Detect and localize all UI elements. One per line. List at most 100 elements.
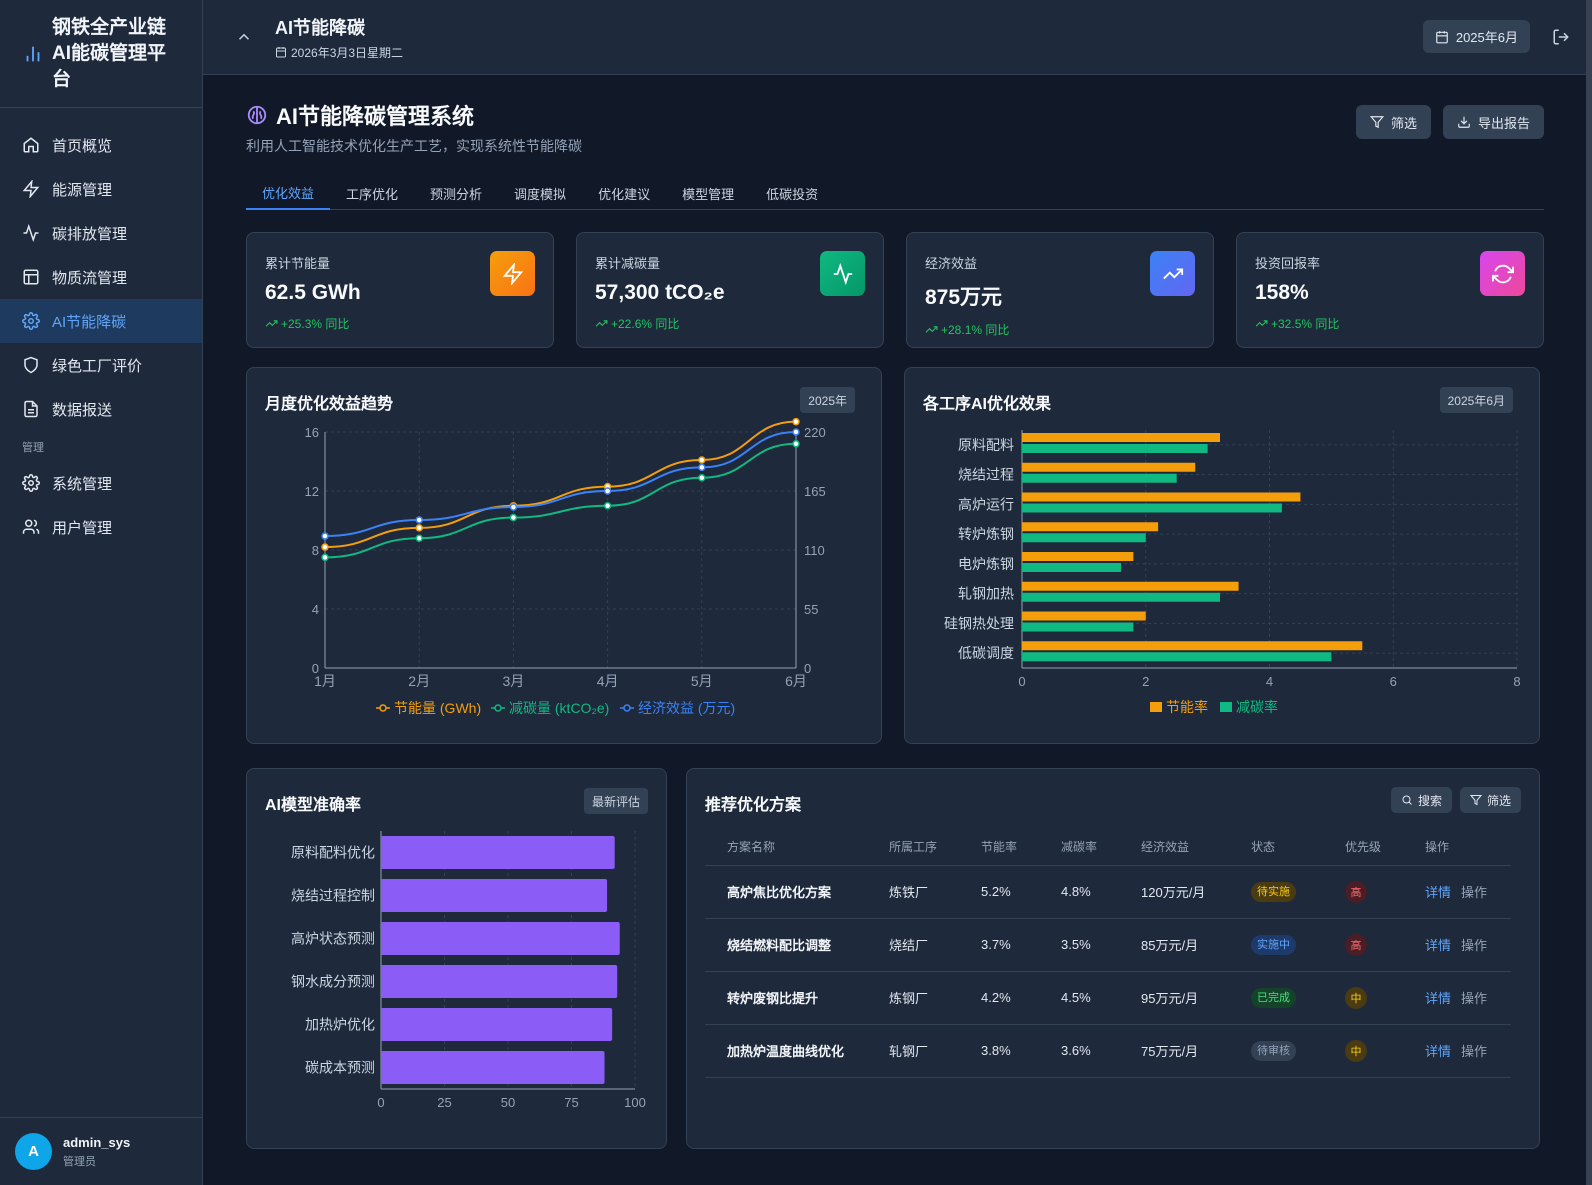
category-label: 高炉状态预测 [291, 931, 375, 947]
page-title: AI节能降碳管理系统 [246, 99, 582, 131]
filter-button-label: 筛选 [1390, 115, 1417, 131]
action-link[interactable]: 操作 [1461, 991, 1487, 1006]
sidebar-item-label: 系统管理 [52, 475, 113, 493]
bar [1022, 652, 1332, 662]
action-link[interactable]: 操作 [1461, 938, 1487, 953]
calendar-icon [276, 47, 286, 58]
plan-benefit: 95万元/月 [1119, 971, 1229, 1025]
legend-label: 减碳率 [1236, 699, 1278, 715]
category-label: 轧钢加热 [958, 586, 1014, 602]
sidebar-item-carbon[interactable]: 碳排放管理 [0, 211, 202, 255]
sidebar-item-users[interactable]: 用户管理 [0, 505, 202, 549]
category-label: 硅钢热处理 [944, 615, 1014, 631]
bar [1022, 444, 1208, 453]
topbar-date: 2026年3月3日星期二 [275, 44, 403, 61]
header-buttons: 筛选 导出报告 [1355, 105, 1544, 139]
chevron-up-icon[interactable] [235, 28, 253, 46]
sidebar-item-ai[interactable]: AI节能降碳 [0, 299, 202, 343]
tab-suggestions[interactable]: 优化建议 [582, 176, 666, 210]
bar [1022, 503, 1282, 513]
data-point [698, 456, 706, 464]
plan-status-cell: 实施中 [1229, 918, 1323, 972]
kpi-icon-box [490, 251, 535, 296]
sidebar-section-label: 管理 [22, 442, 44, 454]
tab-forecast[interactable]: 预测分析 [414, 176, 498, 210]
topbar-date-text: 2026年3月3日星期二 [291, 45, 404, 60]
bar [381, 836, 615, 869]
series-line [324, 431, 797, 538]
plan-energy-rate: 3.7% [959, 918, 1039, 972]
users-icon [22, 519, 40, 534]
plan-name: 加热炉温度曲线优化 [705, 1024, 867, 1078]
x-tick-label: 100 [624, 1095, 646, 1110]
kpi-change: +32.5% 同比 [1255, 315, 1525, 332]
logout-icon[interactable] [1552, 28, 1570, 46]
file-icon [24, 400, 38, 418]
plans-filter-button[interactable]: 筛选 [1459, 787, 1521, 813]
detail-link[interactable]: 详情 [1425, 885, 1451, 900]
detail-link[interactable]: 详情 [1425, 991, 1451, 1006]
table-row[interactable]: 烧结燃料配比调整 烧结厂 3.7% 3.5% 85万元/月 实施中 高 详情 操作 [705, 918, 1511, 972]
tab-scheduling[interactable]: 调度模拟 [498, 176, 582, 210]
data-point [698, 463, 706, 472]
table-row[interactable]: 转炉废钢比提升 炼钢厂 4.2% 4.5% 95万元/月 已完成 中 详情 操作 [705, 971, 1511, 1025]
sidebar-item-home[interactable]: 首页概览 [0, 123, 202, 167]
bar-chart-icon [26, 46, 40, 61]
plan-process: 轧钢厂 [867, 1024, 959, 1078]
y-tick-label-right: 165 [804, 484, 826, 499]
series-line [324, 442, 797, 559]
x-tick-label: 1月 [314, 673, 336, 689]
sidebar-item-material[interactable]: 物质流管理 [0, 255, 202, 299]
legend-marker-dot [494, 704, 502, 712]
tab-process[interactable]: 工序优化 [330, 176, 414, 210]
y-tick-label-left: 4 [312, 602, 319, 617]
table-row[interactable]: 加热炉温度曲线优化 轧钢厂 3.8% 3.6% 75万元/月 待审核 中 详情 操作 [705, 1024, 1511, 1078]
sidebar: 钢铁全产业链AI能碳管理平台 首页概览 能源管理 碳排放管理 物质流管理 AI节… [0, 0, 203, 1185]
bar [381, 879, 608, 912]
search-button[interactable]: 搜索 [1390, 787, 1452, 813]
sidebar-item-label: 能源管理 [52, 181, 113, 199]
legend-label: 减碳量 (ktCO₂e) [509, 700, 609, 716]
trending-up-icon [1255, 320, 1268, 327]
legend-marker-dot [379, 704, 387, 712]
tab-benefit[interactable]: 优化效益 [246, 176, 331, 210]
filter-button[interactable]: 筛选 [1355, 105, 1431, 139]
x-tick-label: 25 [437, 1095, 451, 1110]
plan-benefit: 85万元/月 [1119, 918, 1229, 972]
user-profile[interactable]: A admin_sys 管理员 [0, 1117, 202, 1185]
plan-priority-cell: 中 [1323, 1024, 1403, 1078]
shield-icon [24, 356, 38, 374]
search-icon [1402, 795, 1412, 805]
sidebar-item-green-factory[interactable]: 绿色工厂评价 [0, 343, 202, 387]
data-point [509, 513, 518, 522]
plan-name: 转炉废钢比提升 [705, 971, 867, 1025]
category-label: 转炉炼钢 [958, 526, 1014, 542]
brand[interactable]: 钢铁全产业链AI能碳管理平台 [0, 0, 202, 108]
kpi-icon-box [820, 251, 865, 296]
bar [1022, 563, 1121, 572]
export-report-button[interactable]: 导出报告 [1442, 105, 1544, 139]
bar [1022, 622, 1134, 632]
sidebar-item-energy[interactable]: 能源管理 [0, 167, 202, 211]
x-tick-label: 2 [1142, 674, 1149, 689]
plan-benefit: 75万元/月 [1119, 1024, 1229, 1078]
sidebar-item-label: 物质流管理 [52, 269, 128, 287]
plan-name: 高炉焦比优化方案 [705, 865, 867, 919]
detail-link[interactable]: 详情 [1425, 938, 1451, 953]
tab-investment[interactable]: 低碳投资 [750, 176, 834, 210]
plan-energy-rate: 3.8% [959, 1024, 1039, 1078]
table-row[interactable]: 高炉焦比优化方案 炼铁厂 5.2% 4.8% 120万元/月 待实施 高 详情 操作 [705, 865, 1511, 919]
x-tick-label: 75 [564, 1095, 578, 1110]
data-point [415, 534, 423, 542]
sidebar-item-label: 绿色工厂评价 [52, 357, 143, 375]
sidebar-item-report[interactable]: 数据报送 [0, 387, 202, 431]
search-button-label: 搜索 [1417, 793, 1442, 808]
priority-badge: 高 [1345, 880, 1367, 903]
scrollbar[interactable] [1586, 0, 1592, 1185]
action-link[interactable]: 操作 [1461, 885, 1487, 900]
month-picker[interactable]: 2025年6月 [1422, 20, 1530, 53]
action-link[interactable]: 操作 [1461, 1044, 1487, 1059]
tab-models[interactable]: 模型管理 [666, 176, 750, 210]
sidebar-item-system[interactable]: 系统管理 [0, 461, 202, 505]
detail-link[interactable]: 详情 [1425, 1044, 1451, 1059]
